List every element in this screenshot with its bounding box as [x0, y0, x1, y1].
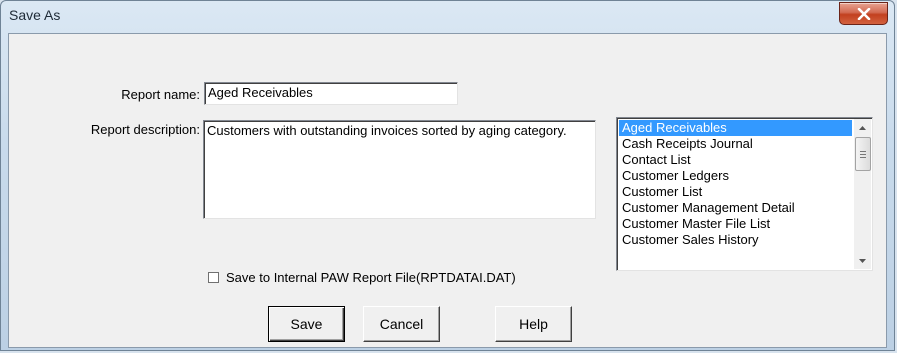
report-list-item[interactable]: Customer Management Detail — [619, 200, 852, 216]
close-button[interactable] — [839, 2, 888, 25]
report-list-item[interactable]: Customer Master File List — [619, 216, 852, 232]
dialog-client-area: Report name: Aged Receivables Report des… — [8, 33, 887, 348]
cancel-button[interactable]: Cancel — [363, 306, 440, 342]
report-list-item[interactable]: Customer Sales History — [619, 232, 852, 248]
chevron-up-icon — [859, 125, 866, 130]
title-bar[interactable]: Save As — [1, 1, 894, 33]
grip-line — [860, 156, 866, 158]
report-list-items: Aged Receivables Cash Receipts Journal Con… — [619, 120, 852, 248]
report-name-label: Report name: — [121, 87, 200, 102]
save-button[interactable]: Save — [268, 306, 345, 342]
window-title: Save As — [9, 7, 61, 23]
report-list-item[interactable]: Customer List — [619, 184, 852, 200]
report-list-item[interactable]: Aged Receivables — [619, 120, 852, 136]
save-internal-checkbox[interactable] — [208, 272, 219, 283]
report-listbox[interactable]: Aged Receivables Cash Receipts Journal Con… — [616, 117, 873, 271]
grip-line — [860, 150, 866, 152]
close-icon — [857, 7, 870, 20]
scroll-up-button[interactable] — [854, 119, 871, 136]
report-description-label: Report description: — [90, 122, 200, 137]
report-list-item[interactable]: Contact List — [619, 152, 852, 168]
save-internal-label: Save to Internal PAW Report File(RPTDATA… — [226, 270, 516, 285]
chevron-down-icon — [859, 258, 866, 263]
help-button[interactable]: Help — [495, 306, 572, 342]
report-description-textarea[interactable]: Customers with outstanding invoices sort… — [203, 120, 596, 219]
grip-line — [860, 153, 866, 155]
save-as-dialog: Save As Report name: Aged Receivables Re… — [0, 0, 895, 351]
report-name-input[interactable]: Aged Receivables — [204, 82, 458, 105]
scroll-thumb[interactable] — [855, 137, 871, 171]
scroll-down-button[interactable] — [854, 252, 871, 269]
report-list-item[interactable]: Cash Receipts Journal — [619, 136, 852, 152]
vertical-scrollbar[interactable] — [854, 119, 871, 269]
report-list-item[interactable]: Customer Ledgers — [619, 168, 852, 184]
